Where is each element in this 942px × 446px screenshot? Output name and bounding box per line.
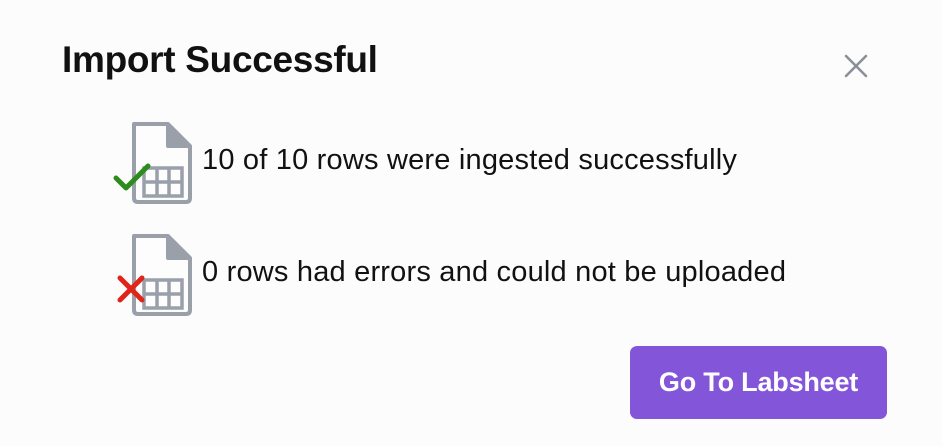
spreadsheet-check-icon [113,122,192,204]
close-icon[interactable] [838,48,874,84]
error-message: 0 rows had errors and could not be uploa… [202,256,787,288]
import-result-dialog: Import Successful 10 of 10 rows were ing… [0,0,942,446]
error-result-row: 0 rows had errors and could not be uploa… [110,230,910,320]
spreadsheet-error-icon [117,234,192,316]
go-to-labsheet-button[interactable]: Go To Labsheet [630,346,887,419]
success-result-row: 10 of 10 rows were ingested successfully [110,118,910,208]
success-message: 10 of 10 rows were ingested successfully [202,144,738,176]
dialog-title: Import Successful [62,39,378,80]
